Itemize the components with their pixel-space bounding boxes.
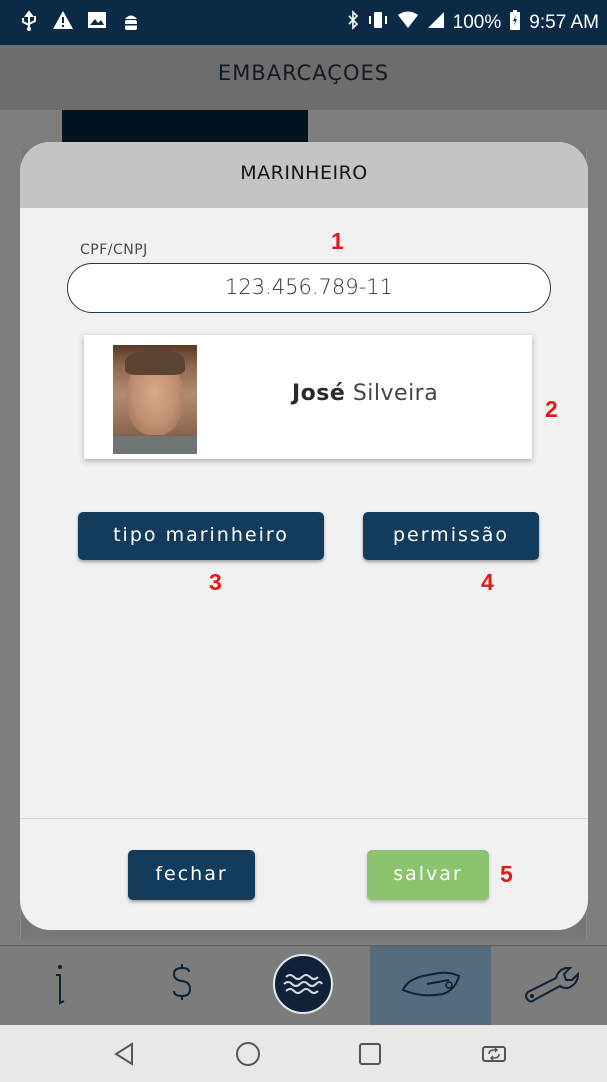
nav-finance[interactable] [121, 946, 242, 1026]
dialog-title: MARINHEIRO [240, 162, 368, 184]
permissao-button[interactable]: permissão [363, 512, 539, 560]
bluetooth-icon [347, 10, 359, 36]
bottom-nav [0, 945, 607, 1026]
wifi-icon [397, 11, 419, 35]
clock: 9:57 AM [529, 12, 599, 33]
callout-2: 2 [545, 396, 558, 422]
callout-5: 5 [500, 861, 513, 887]
person-last-name: Silveira [352, 381, 439, 406]
battery-percent: 100% [452, 12, 502, 33]
signal-icon [427, 11, 445, 35]
boat-icon [399, 964, 463, 1008]
status-icons-left [18, 10, 142, 37]
system-nav-bar [0, 1025, 607, 1082]
status-bar: 100% 9:57 AM [0, 0, 607, 45]
cpf-input[interactable]: 123.456.789-11 [67, 263, 551, 313]
person-card[interactable]: José Silveira [84, 335, 532, 459]
app-header: EMBARCAÇOES [0, 45, 607, 110]
dialog-footer-divider [20, 818, 588, 819]
android-debug-icon [120, 10, 142, 37]
avatar-shirt [113, 436, 197, 454]
nav-info[interactable] [0, 946, 121, 1026]
dialog-header: MARINHEIRO [20, 142, 588, 208]
info-icon [46, 961, 76, 1011]
tipo-marinheiro-button[interactable]: tipo marinheiro [78, 512, 324, 560]
marinheiro-dialog: MARINHEIRO CPF/CNPJ 123.456.789-11 José … [20, 142, 588, 930]
battery-icon [509, 10, 521, 36]
nav-waves[interactable] [242, 946, 363, 1026]
wrench-icon [522, 962, 582, 1010]
vibrate-icon [367, 10, 389, 36]
cpf-label: CPF/CNPJ [80, 242, 148, 258]
warning-icon [52, 10, 74, 37]
usb-icon [18, 10, 40, 37]
app-title: EMBARCAÇOES [217, 61, 390, 85]
nav-boats[interactable] [370, 946, 491, 1026]
person-name: José Silveira [292, 381, 438, 406]
rotate-icon[interactable] [474, 1039, 514, 1069]
callout-4: 4 [481, 569, 494, 595]
recents-icon[interactable] [350, 1039, 390, 1069]
dollar-icon [170, 962, 194, 1010]
person-first-name: José [292, 381, 346, 406]
callout-3: 3 [209, 569, 222, 595]
image-icon [86, 10, 108, 37]
waves-icon [272, 953, 334, 1019]
home-icon[interactable] [228, 1039, 268, 1069]
nav-maintenance[interactable] [491, 946, 607, 1026]
back-icon[interactable] [104, 1039, 144, 1069]
callout-1: 1 [331, 228, 344, 254]
avatar-hair [125, 349, 185, 375]
fechar-button[interactable]: fechar [128, 850, 255, 900]
salvar-button[interactable]: salvar [367, 850, 489, 900]
status-icons-right: 100% 9:57 AM [347, 10, 599, 36]
avatar [113, 345, 197, 454]
